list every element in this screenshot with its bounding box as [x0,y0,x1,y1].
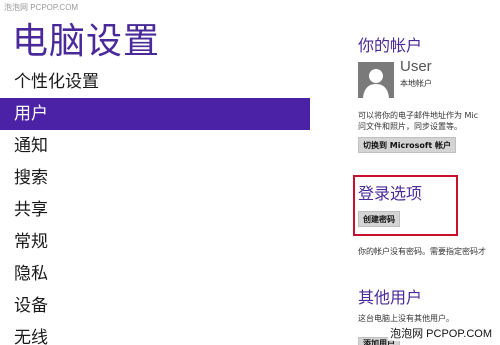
user-name: User [400,58,432,75]
settings-nav-list: 个性化设置 用户 通知 搜索 共享 常规 隐私 设备 无线 [0,66,310,345]
settings-nav-pane: 电脑设置 个性化设置 用户 通知 搜索 共享 常规 隐私 设备 无线 [0,0,310,345]
nav-item-search[interactable]: 搜索 [0,162,310,194]
nav-item-general[interactable]: 常规 [0,226,310,258]
other-users-heading: 其他用户 [358,288,423,307]
other-users-description: 这台电脑上没有其他用户。 [358,314,454,323]
account-type: 本地帐户 [400,79,432,88]
nav-item-users[interactable]: 用户 [0,98,310,130]
nav-item-wireless[interactable]: 无线 [0,322,310,345]
watermark: 泡泡网 PCPOP.COM [4,3,79,12]
page-title: 电脑设置 [12,21,161,62]
nav-item-devices[interactable]: 设备 [0,290,310,322]
account-description-line1: 可以将你的电子邮件地址作为 Mic [358,111,479,120]
user-silhouette-icon [358,62,394,98]
switch-microsoft-account-button[interactable]: 切换到 Microsoft 帐户 [358,137,457,153]
users-settings-pane: 你的帐户 User 本地帐户 可以将你的电子邮件地址作为 Mic 问文件和照片，… [310,0,500,345]
login-description: 你的帐户没有密码。需要指定密码才 [358,247,486,256]
login-options-heading: 登录选项 [358,184,423,203]
your-account-heading: 你的帐户 [358,36,423,55]
watermark-bottom: 泡泡网 PCPOP.COM [388,325,494,341]
nav-item-privacy[interactable]: 隐私 [0,258,310,290]
nav-item-notifications[interactable]: 通知 [0,130,310,162]
user-avatar [358,62,394,98]
nav-item-personalize[interactable]: 个性化设置 [0,66,310,98]
nav-item-share[interactable]: 共享 [0,194,310,226]
create-password-button[interactable]: 创建密码 [358,211,400,227]
account-description-line2: 问文件和照片，同步设置等。 [358,122,462,131]
